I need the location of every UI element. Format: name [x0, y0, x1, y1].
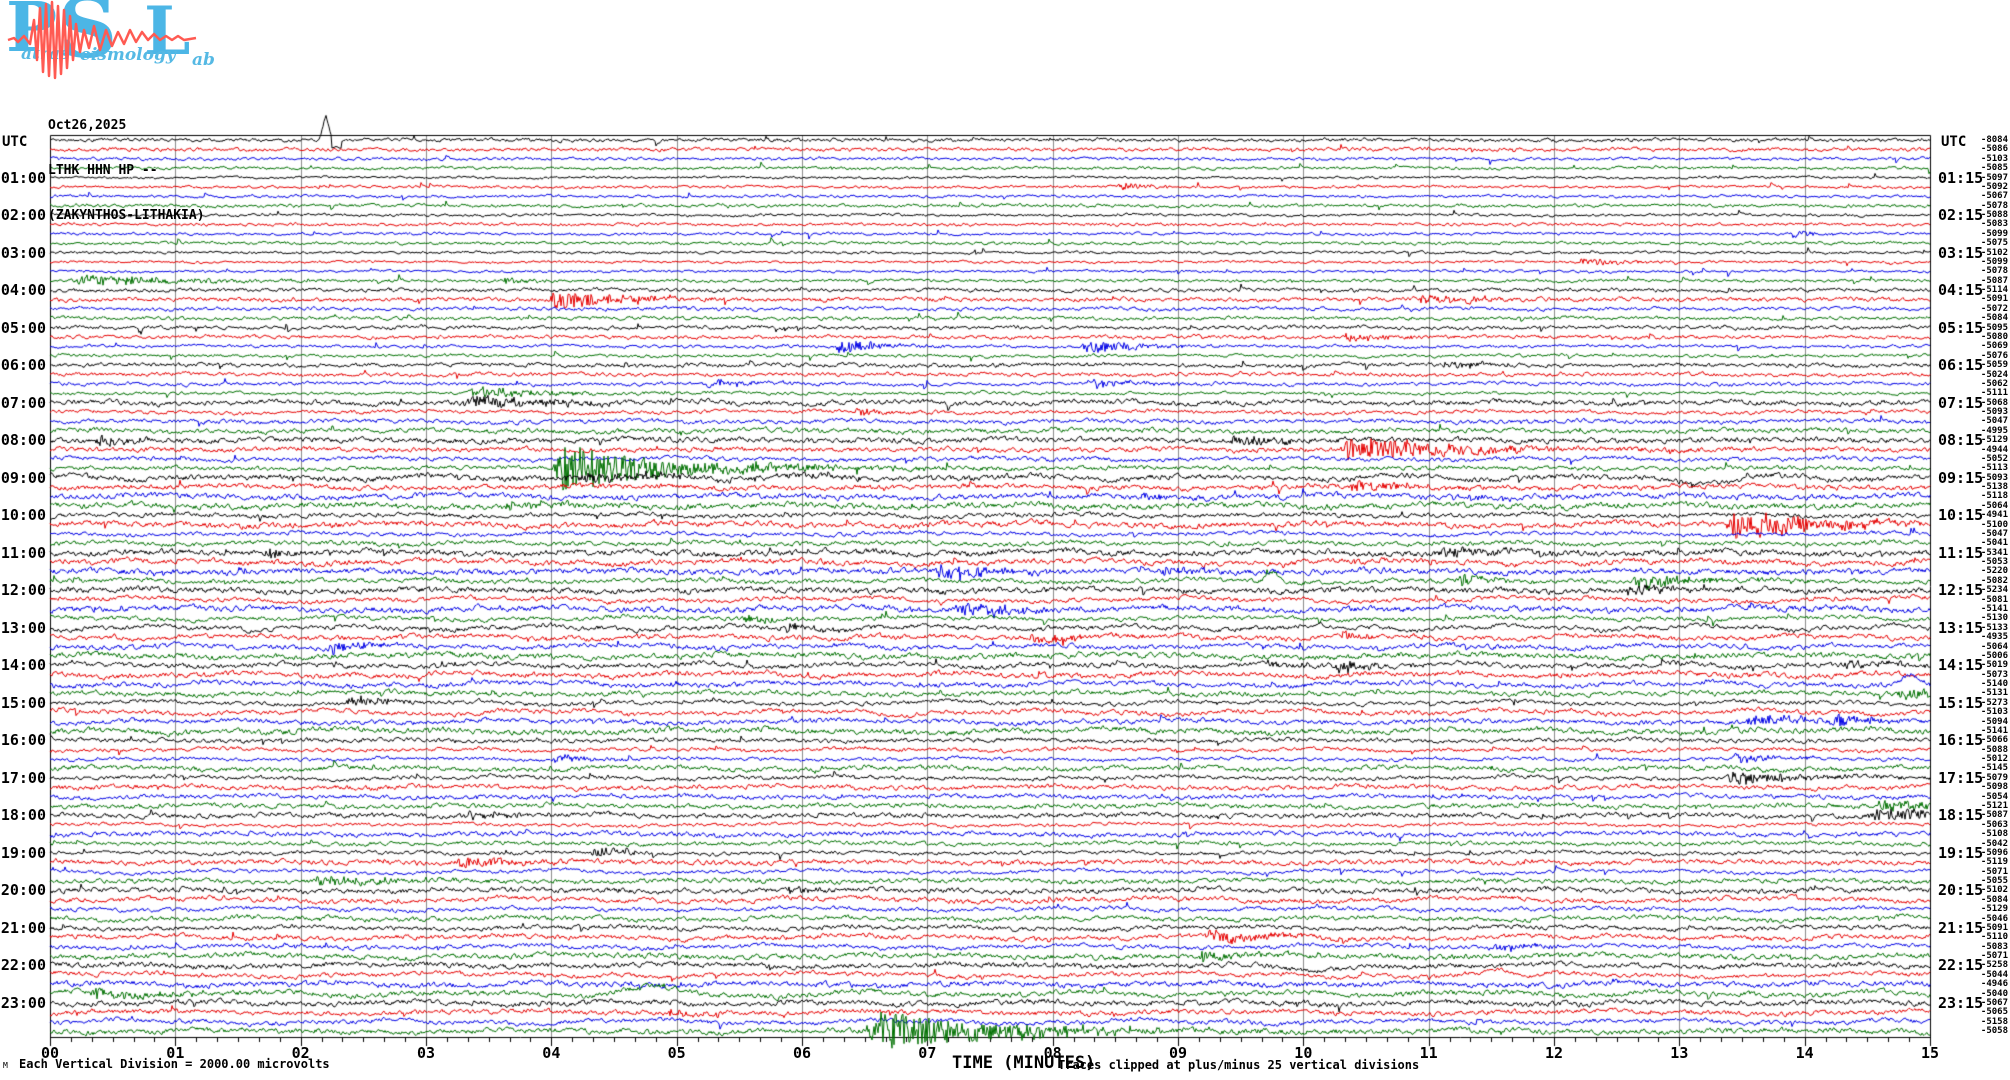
left-time-label: 20:00: [0, 883, 46, 898]
header-location: (ZAKYNTHOS-LITHAKIA): [48, 208, 205, 223]
seismogram-canvas: [0, 0, 2010, 1080]
left-time-label: 08:00: [0, 433, 46, 448]
left-time-label: 17:00: [0, 771, 46, 786]
trace-offset-value: -5234: [1962, 586, 2008, 595]
x-axis-tick-label: 04: [531, 1046, 571, 1061]
left-time-label: 23:00: [0, 996, 46, 1011]
trace-offset-value: -5058: [1962, 1027, 2008, 1036]
utc-label-left: UTC: [2, 135, 27, 149]
clip-note: Traces clipped at plus/minus 25 vertical…: [1058, 1058, 1419, 1072]
trace-offset-value: -5110: [1962, 933, 2008, 942]
header-station: LTHK HHN HP --: [48, 163, 205, 178]
trace-offset-value: -4941: [1962, 511, 2008, 520]
left-time-label: 11:00: [0, 546, 46, 561]
trace-offset-value: -5129: [1962, 436, 2008, 445]
header-block: Oct26,2025 LTHK HHN HP -- (ZAKYNTHOS-LIT…: [48, 88, 205, 253]
left-time-label: 21:00: [0, 921, 46, 936]
logo-seismic-trace-icon: [6, 0, 236, 88]
trace-offset-value: -5078: [1962, 267, 2008, 276]
trace-offset-value: -5111: [1962, 389, 2008, 398]
trace-offset-value: -5103: [1962, 708, 2008, 717]
trace-offset-value: -5087: [1962, 811, 2008, 820]
left-time-label: 01:00: [0, 171, 46, 186]
x-axis-tick-label: 07: [907, 1046, 947, 1061]
trace-offset-value: -5098: [1962, 783, 2008, 792]
trace-offset-value: -5059: [1962, 361, 2008, 370]
x-axis-tick-label: 14: [1785, 1046, 1825, 1061]
x-axis-tick-label: 06: [782, 1046, 822, 1061]
trace-offset-value: -5119: [1962, 858, 2008, 867]
x-axis-tick-label: 12: [1534, 1046, 1574, 1061]
trace-offset-value: -5113: [1962, 464, 2008, 473]
trace-offset-value: -5019: [1962, 661, 2008, 670]
left-time-label: 16:00: [0, 733, 46, 748]
left-time-label: 04:00: [0, 283, 46, 298]
left-time-label: 15:00: [0, 696, 46, 711]
trace-offset-value: -5065: [1962, 1008, 2008, 1017]
webicorder-page: P S L atras eismology ab Oct26,2025 LTHK…: [0, 0, 2010, 1080]
left-time-label: 14:00: [0, 658, 46, 673]
left-time-label: 06:00: [0, 358, 46, 373]
header-date: Oct26,2025: [48, 118, 205, 133]
trace-offset-value: -5075: [1962, 239, 2008, 248]
left-time-label: 09:00: [0, 471, 46, 486]
left-time-label: 03:00: [0, 246, 46, 261]
left-time-label: 05:00: [0, 321, 46, 336]
trace-offset-value: -5067: [1962, 192, 2008, 201]
psl-logo: P S L atras eismology ab: [6, 0, 236, 88]
trace-offset-value: -4935: [1962, 633, 2008, 642]
x-axis-tick-label: 05: [657, 1046, 697, 1061]
trace-offset-value: -5129: [1962, 905, 2008, 914]
left-time-label: 07:00: [0, 396, 46, 411]
left-time-label: 13:00: [0, 621, 46, 636]
trace-offset-value: -5085: [1962, 164, 2008, 173]
left-time-label: 02:00: [0, 208, 46, 223]
trace-offset-value: -4946: [1962, 980, 2008, 989]
x-axis-tick-label: 15: [1910, 1046, 1950, 1061]
corner-mark: M: [3, 1061, 8, 1070]
left-time-label: 19:00: [0, 846, 46, 861]
vertical-scale-note: Each Vertical Division = 2000.00 microvo…: [19, 1057, 330, 1071]
trace-offset-value: -5041: [1962, 539, 2008, 548]
left-time-label: 18:00: [0, 808, 46, 823]
left-time-label: 10:00: [0, 508, 46, 523]
x-axis-tick-label: 03: [406, 1046, 446, 1061]
trace-offset-value: -5084: [1962, 314, 2008, 323]
x-axis-tick-label: 13: [1659, 1046, 1699, 1061]
left-time-label: 12:00: [0, 583, 46, 598]
trace-offset-value: -5066: [1962, 736, 2008, 745]
left-time-label: 22:00: [0, 958, 46, 973]
trace-offset-value: -5069: [1962, 342, 2008, 351]
trace-offset-value: -5108: [1962, 830, 2008, 839]
